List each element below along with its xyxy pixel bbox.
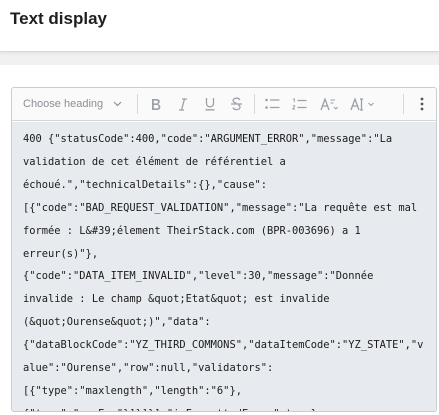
editor-content[interactable]: 400 {"statusCode":400,"code":"ARGUMENT_E…: [12, 122, 436, 411]
heading-dropdown-label: Choose heading: [23, 98, 104, 110]
page-title: Text display: [10, 9, 107, 28]
strikethrough-button[interactable]: [223, 88, 250, 121]
strikethrough-icon: [230, 97, 243, 111]
text-style-button[interactable]: [344, 88, 382, 121]
content-line: [{"type":"maxlength","length":"6"},: [23, 384, 242, 397]
content-line: [{"code":"BAD_REQUEST_VALIDATION","messa…: [23, 201, 418, 214]
italic-button[interactable]: [169, 88, 196, 121]
numbered-list-button[interactable]: [286, 88, 313, 121]
italic-icon: [178, 97, 188, 111]
bulleted-list-icon: [265, 98, 280, 110]
more-options-icon: [420, 97, 424, 111]
content-line: échoué.","technicalDetails":{},"cause":: [23, 178, 267, 191]
text-style-icon: [350, 97, 376, 111]
toolbar-divider: [403, 94, 404, 114]
font-size-button[interactable]: [313, 88, 344, 121]
content-line: {"type":"regExp"}]}]}],"isFormattedError…: [23, 403, 426, 411]
content-line: formée : L&#39;élement TheirStack.com (B…: [23, 224, 361, 237]
numbered-list-icon: [292, 97, 307, 111]
page-header: Text display: [0, 0, 439, 52]
content-line: invalide : Le champ &quot;Etat&quot; est…: [23, 293, 330, 306]
content-line: validation de cet élément de référentiel…: [23, 155, 286, 168]
toolbar-divider: [254, 94, 255, 114]
editor-toolbar: Choose heading: [12, 88, 436, 121]
content-line: alue":"Ourense","row":null,"validators":: [23, 362, 274, 375]
content-line: 400 {"statusCode":400,"code":"ARGUMENT_E…: [23, 133, 393, 145]
underline-icon: [204, 97, 216, 111]
bulleted-list-button[interactable]: [259, 88, 286, 121]
content-line: erreur(s)"},: [23, 247, 99, 260]
content-line: {"code":"DATA_ITEM_INVALID","level":30,"…: [23, 270, 374, 283]
heading-dropdown[interactable]: Choose heading: [12, 88, 133, 121]
font-size-icon: [319, 97, 338, 111]
editor-panel: Choose heading 400 {"statusCode":400,"co…: [0, 65, 439, 415]
content-line: (&quot;Ourense&quot;)","data":: [23, 316, 211, 329]
underline-button[interactable]: [196, 88, 223, 121]
bold-button[interactable]: [142, 88, 169, 121]
chevron-down-icon: [113, 98, 122, 110]
content-line: {"dataBlockCode":"YZ_THIRD_COMMONS","dat…: [23, 339, 424, 352]
rich-text-editor: Choose heading 400 {"statusCode":400,"co…: [11, 87, 437, 412]
bold-icon: [150, 98, 162, 111]
more-options-button[interactable]: [408, 88, 436, 121]
toolbar-divider: [137, 94, 138, 114]
